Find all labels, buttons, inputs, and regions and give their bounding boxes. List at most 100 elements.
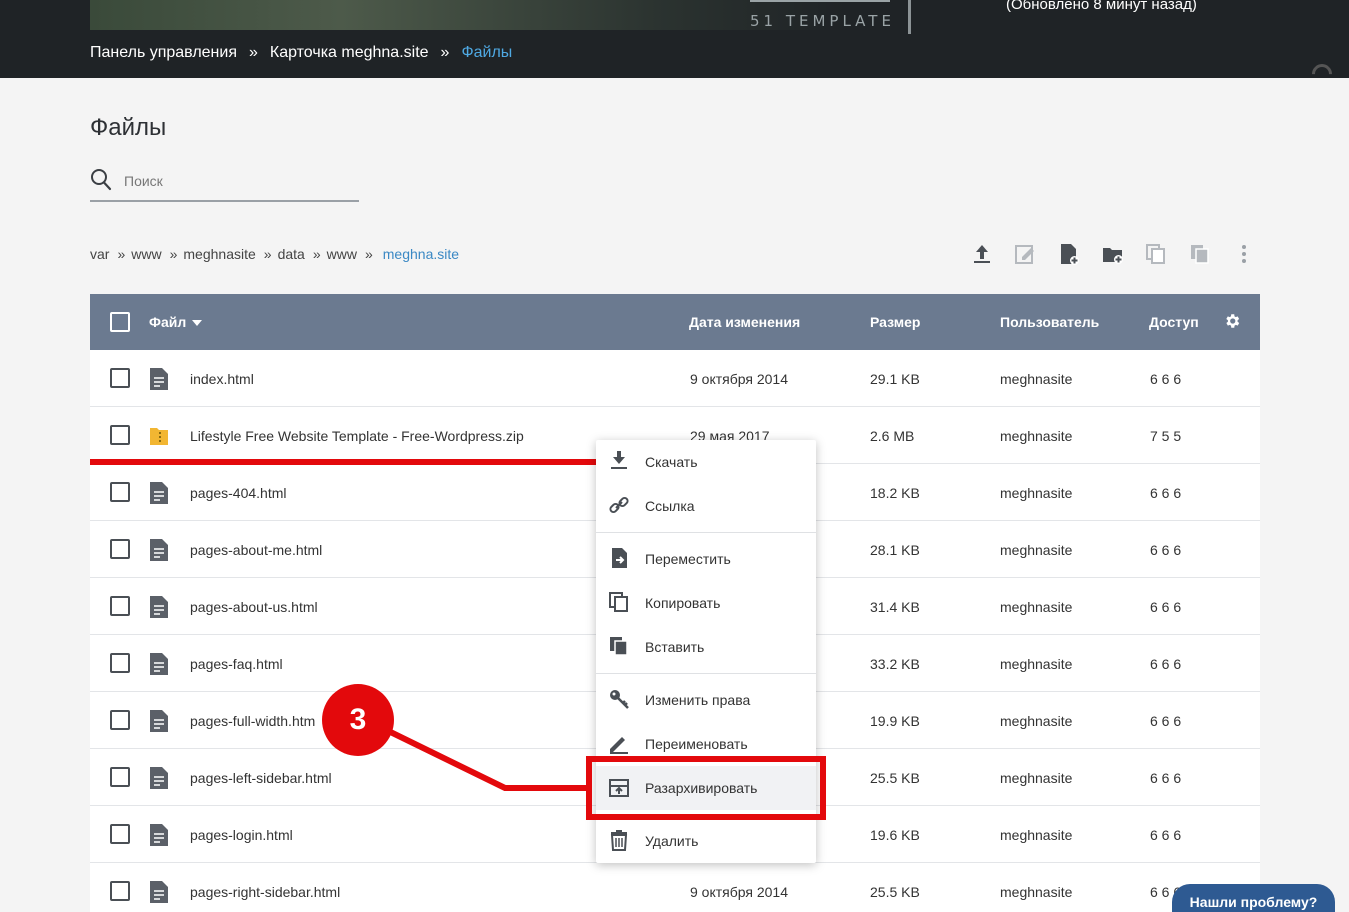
- more-vertical-icon: [1242, 245, 1246, 263]
- menu-item-move[interactable]: Переместить: [596, 537, 816, 581]
- menu-item-delete[interactable]: Удалить: [596, 819, 816, 863]
- file-owner: meghnasite: [1000, 827, 1073, 843]
- file-size: 31.4 KB: [870, 599, 920, 615]
- report-problem-button[interactable]: Нашли проблему?: [1172, 884, 1335, 912]
- search-icon: [91, 169, 112, 191]
- menu-item-paste[interactable]: Вставить: [596, 625, 816, 669]
- file-permissions: 6 6 6: [1150, 713, 1182, 729]
- file-permissions: 6 6 6: [1150, 827, 1182, 843]
- path-separator: »: [312, 246, 321, 262]
- file-name[interactable]: pages-about-us.html: [190, 599, 318, 615]
- upload-button[interactable]: [968, 240, 996, 268]
- column-header-name[interactable]: Файл: [149, 314, 203, 330]
- column-header-access[interactable]: Доступ: [1149, 314, 1199, 330]
- file-permissions: 6 6 6: [1150, 599, 1182, 615]
- menu-divider: [596, 673, 816, 674]
- select-all-checkbox[interactable]: [110, 312, 130, 332]
- modified-date: 9 октября 2014: [690, 371, 788, 387]
- row-checkbox[interactable]: [110, 881, 130, 901]
- path-segment[interactable]: meghnasite: [183, 246, 255, 262]
- row-checkbox[interactable]: [110, 482, 130, 502]
- path-separator: »: [263, 246, 272, 262]
- copy-button[interactable]: [1142, 240, 1170, 268]
- file-permissions: 6 6 6: [1150, 656, 1182, 672]
- file-icon: [150, 368, 168, 390]
- path-segment[interactable]: var: [90, 246, 109, 262]
- new-folder-button[interactable]: [1099, 240, 1127, 268]
- file-owner: meghnasite: [1000, 599, 1073, 615]
- breadcrumb-separator: »: [440, 44, 450, 61]
- file-name[interactable]: pages-404.html: [190, 485, 287, 501]
- update-note: (Обновлено 8 минут назад): [1006, 0, 1197, 13]
- key-icon: [610, 690, 629, 709]
- row-checkbox[interactable]: [110, 767, 130, 787]
- row-checkbox[interactable]: [110, 824, 130, 844]
- file-owner: meghnasite: [1000, 713, 1073, 729]
- file-name[interactable]: pages-faq.html: [190, 656, 283, 672]
- file-permissions: 6 6 6: [1150, 770, 1182, 786]
- menu-item-copy[interactable]: Копировать: [596, 581, 816, 625]
- path-current: meghna.site: [382, 246, 460, 262]
- path-separator: »: [169, 246, 178, 262]
- breadcrumb-site-card[interactable]: Карточка meghna.site: [270, 44, 429, 61]
- breadcrumb-dashboard[interactable]: Панель управления: [90, 44, 237, 61]
- edit-file-button[interactable]: [1011, 240, 1039, 268]
- row-checkbox[interactable]: [110, 596, 130, 616]
- file-permissions: 6 6 6: [1150, 485, 1182, 501]
- header-banner-image: 51 TEMPLATE (Обновлено 8 минут назад): [90, 0, 1349, 34]
- path-segment[interactable]: www: [327, 246, 357, 262]
- menu-item-link[interactable]: Ссылка: [596, 484, 816, 528]
- file-icon: [150, 710, 168, 732]
- table-row[interactable]: pages-right-sidebar.html 9 октября 2014 25…: [90, 863, 1260, 912]
- paste-icon: [1191, 245, 1209, 264]
- more-options-button[interactable]: [1230, 240, 1258, 268]
- path-segment[interactable]: www: [131, 246, 161, 262]
- file-size: 2.6 MB: [870, 428, 915, 444]
- copy-icon: [1146, 244, 1165, 264]
- search-input[interactable]: [124, 164, 354, 198]
- row-checkbox[interactable]: [110, 653, 130, 673]
- file-icon: [150, 767, 168, 789]
- new-file-button[interactable]: [1055, 240, 1083, 268]
- file-permissions: 6 6 6: [1150, 371, 1182, 387]
- file-name[interactable]: pages-login.html: [190, 827, 293, 843]
- row-checkbox[interactable]: [110, 710, 130, 730]
- file-name[interactable]: pages-about-me.html: [190, 542, 322, 558]
- menu-item-label: Изменить права: [645, 692, 751, 708]
- row-checkbox[interactable]: [110, 539, 130, 559]
- file-owner: meghnasite: [1000, 542, 1073, 558]
- row-checkbox[interactable]: [110, 368, 130, 388]
- file-icon: [150, 482, 168, 504]
- file-name[interactable]: Lifestyle Free Website Template - Free-W…: [190, 428, 524, 444]
- menu-item-download[interactable]: Скачать: [596, 440, 816, 484]
- table-row[interactable]: index.html 9 октября 2014 29.1 KB meghnasit…: [90, 350, 1260, 407]
- column-header-user[interactable]: Пользователь: [1000, 314, 1099, 330]
- path-segment[interactable]: data: [278, 246, 305, 262]
- file-permissions: 6 6 6: [1150, 542, 1182, 558]
- search-box: [90, 164, 359, 202]
- paste-icon: [610, 637, 628, 656]
- breadcrumb: Панель управления » Карточка meghna.site » Ф…: [90, 44, 512, 62]
- column-header-size[interactable]: Размер: [870, 314, 920, 330]
- column-header-name-label: Файл: [149, 314, 187, 330]
- file-owner: meghnasite: [1000, 485, 1073, 501]
- file-name[interactable]: index.html: [190, 371, 254, 387]
- file-name[interactable]: pages-right-sidebar.html: [190, 884, 340, 900]
- trash-icon: [610, 830, 628, 851]
- table-header: Файл Дата изменения Размер Пользователь …: [90, 294, 1260, 350]
- column-settings-button[interactable]: [1223, 312, 1241, 333]
- edit-file-icon: [1015, 245, 1034, 264]
- file-name[interactable]: pages-left-sidebar.html: [190, 770, 332, 786]
- page-title: Файлы: [90, 114, 167, 141]
- menu-item-permissions[interactable]: Изменить права: [596, 678, 816, 722]
- row-checkbox[interactable]: [110, 425, 130, 445]
- copy-icon: [609, 592, 628, 612]
- file-name[interactable]: pages-full-width.htm: [190, 713, 315, 729]
- paste-button[interactable]: [1186, 240, 1214, 268]
- column-header-date[interactable]: Дата изменения: [689, 314, 800, 330]
- file-size: 19.9 KB: [870, 713, 920, 729]
- move-file-icon: [612, 548, 627, 568]
- gear-icon: [1226, 314, 1240, 328]
- link-icon: [609, 496, 629, 514]
- path-separator: »: [117, 246, 126, 262]
